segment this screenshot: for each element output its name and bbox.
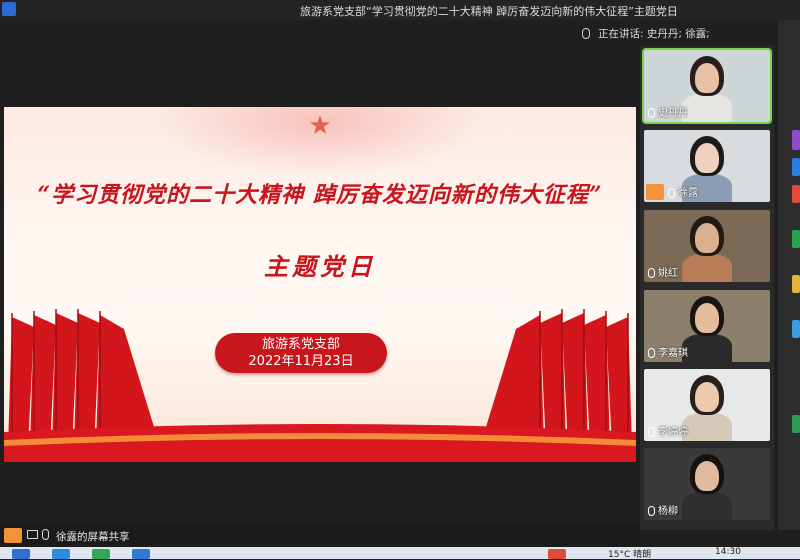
- app-icon: [2, 2, 16, 16]
- participant-name: 杨柳: [658, 506, 678, 517]
- mic-icon: [648, 268, 655, 278]
- taskbar-app-icon[interactable]: [132, 549, 150, 559]
- red-ribbon: [4, 424, 636, 462]
- participant-body: [682, 334, 732, 362]
- participant-name: 李嘉琪: [658, 348, 688, 359]
- participant-name: 徐露: [678, 188, 698, 199]
- mic-icon: [648, 348, 655, 358]
- windows-taskbar: 15°C 晴朗 14:30: [0, 547, 800, 560]
- participant-face: [695, 382, 719, 412]
- mic-icon: [648, 506, 655, 516]
- weather-widget[interactable]: 15°C 晴朗: [608, 547, 651, 560]
- slide-org: 旅游系党支部: [261, 337, 340, 352]
- screen-share-icon[interactable]: [27, 530, 38, 539]
- screen-share-bar: 徐露的屏幕共享: [0, 525, 640, 547]
- participant-tile[interactable]: 姚红: [644, 210, 770, 282]
- participant-body: [682, 492, 732, 520]
- slide-sub-title: 主题党日: [264, 252, 376, 281]
- speaking-label: 正在讲话: 史丹丹; 徐露;: [598, 27, 710, 40]
- taskbar-app-icon[interactable]: [52, 549, 70, 559]
- participant-body: [682, 94, 732, 122]
- mic-icon: [648, 427, 655, 437]
- participant-face: [695, 461, 719, 491]
- participant-body: [682, 413, 732, 441]
- window-title: 旅游系党支部“学习贯彻党的二十大精神 踔厉奋发迈向新的伟大征程”主题党日: [300, 5, 678, 18]
- screen-share-label: 徐露的屏幕共享: [56, 531, 130, 543]
- app-icon[interactable]: [792, 185, 800, 203]
- mic-icon[interactable]: [42, 529, 49, 540]
- taskbar-app-icon[interactable]: [548, 549, 566, 559]
- user-avatar-icon: [646, 184, 664, 200]
- participant-tile[interactable]: 李嘉琪: [644, 290, 770, 362]
- participant-tile[interactable]: 杨柳: [644, 448, 770, 520]
- taskbar-app-icon[interactable]: [12, 549, 30, 559]
- mic-icon: [648, 108, 655, 118]
- app-icon[interactable]: [792, 320, 800, 338]
- slide-org-date-badge: 旅游系党支部 2022年11月23日: [215, 333, 387, 373]
- app-icon[interactable]: [792, 130, 800, 150]
- app-icon[interactable]: [792, 275, 800, 293]
- app-icon[interactable]: [792, 415, 800, 433]
- participant-tile[interactable]: 徐露: [644, 130, 770, 202]
- participant-name: 史丹丹: [658, 108, 688, 119]
- slide-date: 2022年11月23日: [248, 354, 354, 369]
- participant-face: [695, 63, 719, 93]
- user-avatar-icon: [4, 528, 22, 543]
- participant-name: 姚红: [658, 268, 678, 279]
- app-icon[interactable]: [792, 158, 800, 176]
- speaking-indicator: 正在讲话: 史丹丹; 徐露;: [582, 24, 710, 42]
- taskbar-app-icon[interactable]: [92, 549, 110, 559]
- participant-name: 李婷婷: [658, 427, 688, 438]
- mic-icon: [582, 27, 590, 39]
- app-icon[interactable]: [792, 230, 800, 248]
- participant-tile[interactable]: 史丹丹: [642, 48, 772, 124]
- participant-face: [695, 303, 719, 333]
- side-toolbar: [778, 20, 800, 530]
- participant-tile[interactable]: 李婷婷: [644, 369, 770, 441]
- title-bar: 旅游系党支部“学习贯彻党的二十大精神 踔厉奋发迈向新的伟大征程”主题党日: [0, 0, 800, 20]
- shared-screen: ★ “学习贯彻党的二十大精神 踔厉奋发迈向新的伟大征程” 主题党日 旅游系党支部…: [4, 107, 636, 462]
- star-icon: ★: [308, 111, 332, 141]
- participant-face: [695, 143, 719, 173]
- participant-body: [682, 254, 732, 282]
- mic-icon: [668, 188, 675, 198]
- slide-main-title: “学习贯彻党的二十大精神 踔厉奋发迈向新的伟大征程”: [37, 182, 603, 208]
- participant-face: [695, 223, 719, 253]
- clock[interactable]: 14:30: [715, 547, 741, 557]
